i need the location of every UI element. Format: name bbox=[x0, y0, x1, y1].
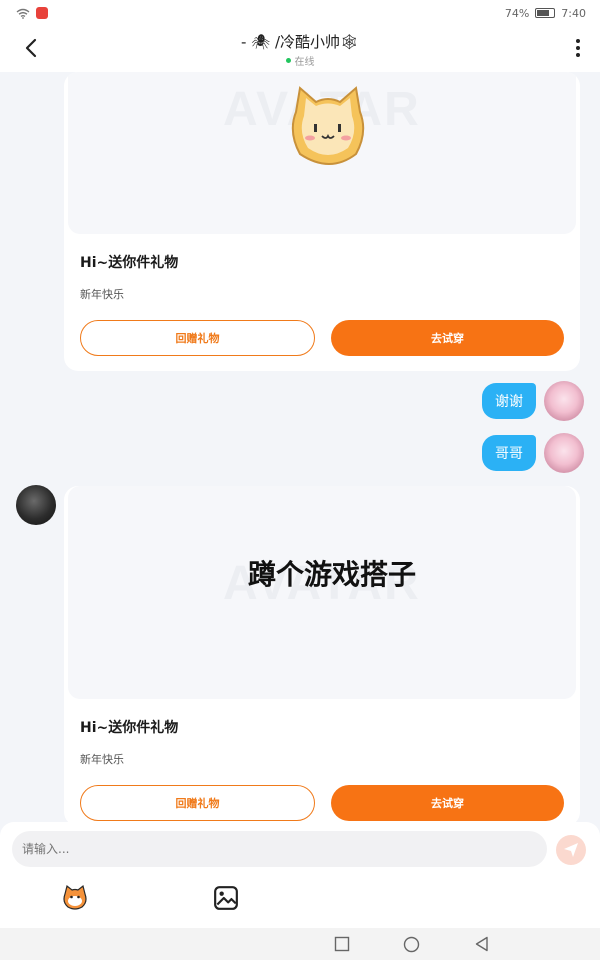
my-avatar[interactable] bbox=[544, 433, 584, 473]
message-bubble[interactable]: 哥哥 bbox=[482, 435, 536, 471]
home-icon[interactable] bbox=[403, 936, 420, 953]
battery-icon bbox=[535, 8, 556, 18]
return-gift-button[interactable]: 回赠礼物 bbox=[80, 785, 315, 821]
chat-header: - 🕷 /冷酷小帅🕸 在线 bbox=[0, 26, 600, 72]
message-row: 谢谢 bbox=[482, 381, 584, 421]
notification-app-icon bbox=[36, 7, 48, 19]
my-avatar[interactable] bbox=[544, 381, 584, 421]
gift-title: Hi~送你件礼物 bbox=[80, 720, 179, 736]
try-on-button[interactable]: 去试穿 bbox=[331, 320, 564, 356]
try-on-button[interactable]: 去试穿 bbox=[331, 785, 564, 821]
sticker-text-label: 蹲个游戏搭子 bbox=[248, 558, 417, 591]
wifi-icon bbox=[16, 8, 30, 19]
gift-card: AVATAR Hi~送你件礼物 新年快乐 回赠礼物 去试穿 bbox=[64, 72, 580, 371]
gift-subtitle: 新年快乐 bbox=[80, 753, 124, 766]
online-dot-icon bbox=[285, 58, 291, 63]
clock: 7:40 bbox=[561, 6, 586, 20]
online-status-label: 在线 bbox=[294, 57, 315, 68]
return-gift-button[interactable]: 回赠礼物 bbox=[80, 320, 315, 356]
back-nav-icon[interactable] bbox=[474, 936, 490, 952]
battery-percent: 74% bbox=[504, 6, 530, 20]
gift-image: AVATAR bbox=[68, 72, 576, 234]
send-icon bbox=[564, 843, 578, 857]
image-icon[interactable] bbox=[213, 885, 239, 911]
more-menu-icon[interactable] bbox=[572, 38, 584, 60]
cat-sticker-icon[interactable] bbox=[62, 884, 88, 910]
online-status: 在线 bbox=[0, 53, 600, 68]
gift-subtitle: 新年快乐 bbox=[80, 288, 124, 301]
system-nav-bar bbox=[0, 928, 600, 960]
send-button[interactable] bbox=[556, 835, 586, 865]
message-bubble[interactable]: 谢谢 bbox=[482, 383, 536, 419]
message-row: 哥哥 bbox=[482, 433, 584, 473]
chat-title: - 🕷 /冷酷小帅🕸 bbox=[240, 33, 360, 51]
recent-apps-icon[interactable] bbox=[334, 936, 350, 952]
status-bar: 74% 7:40 bbox=[0, 0, 600, 26]
cat-toast-sticker-icon bbox=[291, 86, 365, 165]
input-bar bbox=[0, 822, 600, 928]
contact-avatar[interactable] bbox=[16, 485, 56, 525]
gift-image: AVATAR 蹲个游戏搭子 bbox=[68, 486, 576, 699]
sticker-text: 蹲个游戏搭子 bbox=[248, 558, 418, 592]
message-input[interactable] bbox=[12, 831, 547, 867]
gift-title: Hi~送你件礼物 bbox=[80, 255, 179, 271]
gift-card: AVATAR 蹲个游戏搭子 Hi~送你件礼物 新年快乐 回赠礼物 去试穿 bbox=[64, 486, 580, 826]
